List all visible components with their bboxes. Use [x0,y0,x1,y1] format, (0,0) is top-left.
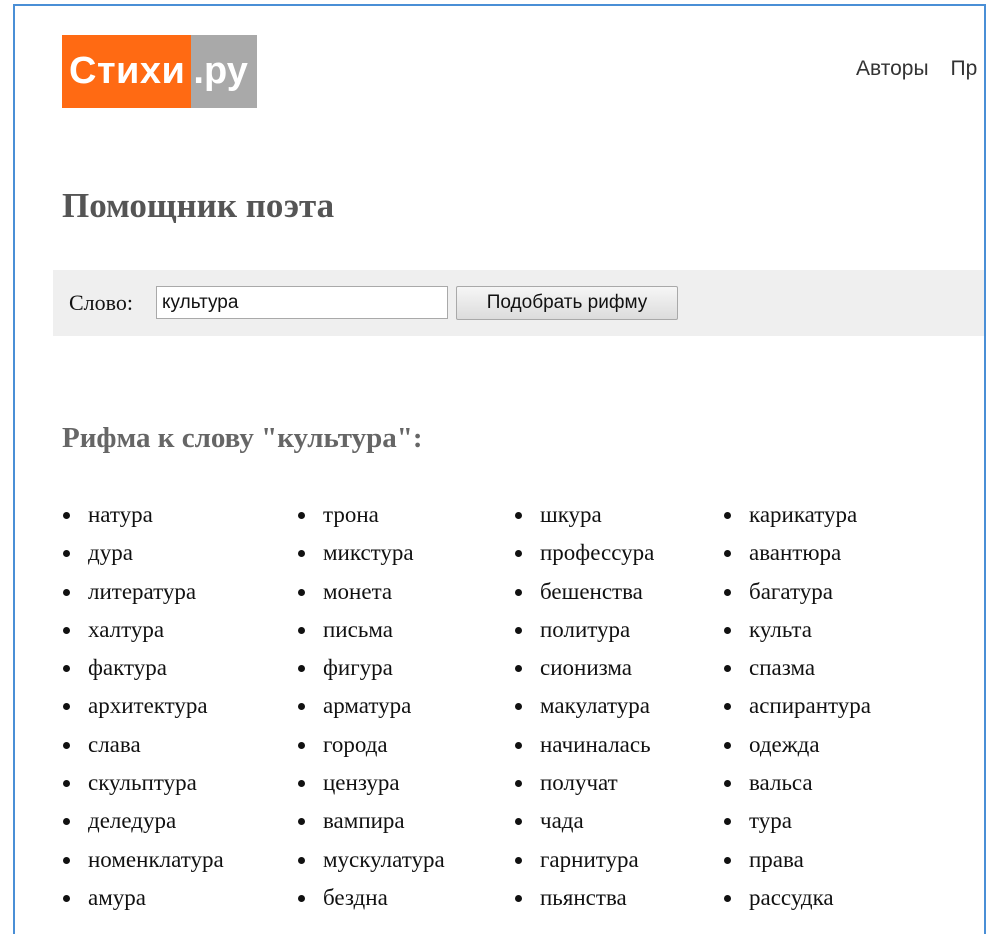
rhyme-item: натура [60,496,224,534]
rhyme-column-3: шкура профессура бешенства политура сионизма… [512,496,654,917]
rhyme-item: микстура [295,534,445,572]
rhyme-item: города [295,726,445,764]
rhyme-item: пьянства [512,879,654,917]
rhyme-item: трона [295,496,445,534]
rhyme-item: сионизма [512,649,654,687]
page-title: Помощник поэта [62,186,335,225]
top-nav: Авторы Пр [856,57,977,81]
rhyme-item: монета [295,573,445,611]
rhyme-item: дура [60,534,224,572]
logo-main-text: Стихи [62,35,192,108]
rhyme-item: авантюра [721,534,871,572]
rhyme-item: получат [512,764,654,802]
find-rhyme-button[interactable]: Подобрать рифму [456,286,678,320]
site-logo[interactable]: Стихи .ру [62,35,257,108]
rhyme-item: начиналась [512,726,654,764]
search-label: Слово: [69,290,134,315]
rhyme-item: скульптура [60,764,224,802]
rhyme-column-1: натура дура литература халтура фактура архите… [60,496,224,917]
word-input[interactable] [156,286,448,319]
rhyme-item: арматура [295,687,445,725]
rhyme-item: бешенства [512,573,654,611]
rhyme-item: фактура [60,649,224,687]
rhyme-item: спазма [721,649,871,687]
rhyme-item: культа [721,611,871,649]
rhyme-item: профессура [512,534,654,572]
rhyme-item: тура [721,802,871,840]
nav-item-authors[interactable]: Авторы [856,57,929,81]
rhyme-column-4: карикатура авантюра багатура культа спазма ас… [721,496,871,917]
rhyme-item: вампира [295,802,445,840]
rhyme-item: письма [295,611,445,649]
rhyme-item: литература [60,573,224,611]
rhyme-item: карикатура [721,496,871,534]
nav-item-truncated[interactable]: Пр [951,57,978,81]
rhyme-item: архитектура [60,687,224,725]
search-bar: Слово: Подобрать рифму [53,270,984,336]
rhyme-item: вальса [721,764,871,802]
rhyme-item: макулатура [512,687,654,725]
logo-domain-text: .ру [191,35,257,108]
rhyme-item: бездна [295,879,445,917]
rhyme-item: чада [512,802,654,840]
rhyme-item: мускулатура [295,841,445,879]
rhyme-item: фигура [295,649,445,687]
rhyme-item: рассудка [721,879,871,917]
results-heading: Рифма к слову "культура": [62,422,423,454]
rhyme-column-2: трона микстура монета письма фигура арматура г… [295,496,445,917]
rhyme-item: политура [512,611,654,649]
rhyme-item: одежда [721,726,871,764]
rhyme-item: шкура [512,496,654,534]
rhyme-item: деледура [60,802,224,840]
rhyme-item: халтура [60,611,224,649]
rhyme-item: амура [60,879,224,917]
rhyme-item: гарнитура [512,841,654,879]
rhyme-item: права [721,841,871,879]
browser-viewport: Стихи .ру Авторы Пр Помощник поэта Слово… [13,4,986,934]
rhyme-item: аспирантура [721,687,871,725]
rhyme-item: номенклатура [60,841,224,879]
rhyme-item: багатура [721,573,871,611]
rhyme-item: цензура [295,764,445,802]
rhyme-item: слава [60,726,224,764]
